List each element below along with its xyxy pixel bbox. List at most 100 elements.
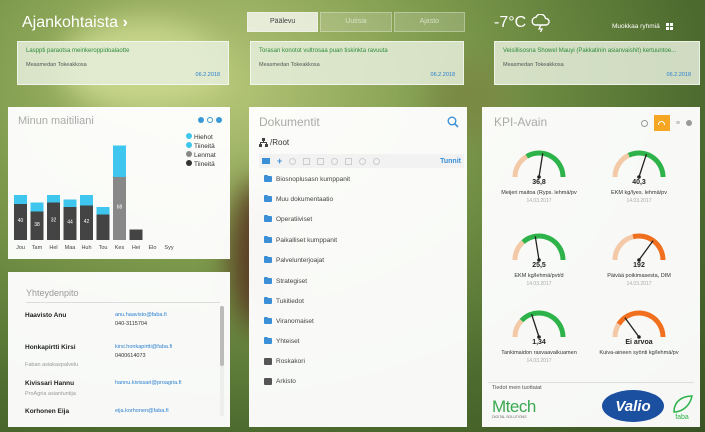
plus-icon[interactable]: + <box>277 156 282 166</box>
kpi-gauge[interactable]: 1,34 Tankimaidon rasvaavaikuamen 14.03.201… <box>494 302 584 372</box>
kpi-gauge[interactable]: Ei arvoa Kuiva-aineen syönti kg/lehmä/pv <box>594 302 684 372</box>
folder-item[interactable]: Yhteiset <box>264 335 300 347</box>
kpi-gauge[interactable]: 25,5 EKM kg/lehmä/pvt/d 14.03.2017 <box>494 225 584 295</box>
legend-item: Tiineitä <box>186 142 216 151</box>
tab-calendar[interactable]: Ajasto <box>393 12 465 32</box>
gauge-dial <box>512 233 566 262</box>
valio-logo: Valio <box>602 390 664 422</box>
folder-label: Palvelunterjoajat <box>276 256 325 264</box>
folder-open-icon[interactable] <box>262 158 270 164</box>
archive-item[interactable]: Arkisto <box>264 375 296 387</box>
folder-item[interactable]: Strategiset <box>264 275 307 287</box>
trash-item[interactable]: Roskakori <box>264 355 305 367</box>
contact-row[interactable]: Haavisto Anu anu.haavisto@faba.fi 040-31… <box>25 312 221 327</box>
news-card[interactable]: Torasan konotot vultrosaa puan tiskinkta… <box>250 41 464 85</box>
folder-item[interactable]: Operatiiviset <box>264 213 312 225</box>
bar-hiehot[interactable] <box>80 195 93 206</box>
x-tick-label: Hei <box>132 245 140 251</box>
contact-phone: 0400614073 <box>115 353 146 359</box>
bar-hiehot[interactable] <box>30 202 44 212</box>
search-icon[interactable] <box>447 116 459 128</box>
x-tick-label: Huh <box>81 245 91 251</box>
contact-email[interactable]: hannu.kivissari@proagria.fi <box>115 380 181 386</box>
gauge-dial <box>612 310 666 339</box>
tab-main[interactable]: Päälevu <box>247 12 319 32</box>
tab-bar: Päälevu Uutisia Ajasto <box>247 12 467 32</box>
chevron-right-icon: › <box>122 14 128 31</box>
toolbar-icon[interactable] <box>359 157 367 165</box>
pager-dot[interactable] <box>216 117 222 123</box>
folder-item[interactable]: Viranomaiset <box>264 315 314 327</box>
contact-row[interactable]: Honkapirtti Kirsi Faban asiakaspalvelu k… <box>25 344 221 368</box>
bar-data-label: 40 <box>18 218 24 224</box>
folder-icon <box>264 194 272 202</box>
mtech-logo-text: Mtech <box>492 397 536 416</box>
toolbar-icon[interactable] <box>289 157 297 165</box>
folder-label: Muu dokumentaatio <box>276 195 334 203</box>
kpi-gauge[interactable]: 40,3 EKM kg/lyes. lehmä/pv 14.03.2017 <box>594 142 684 212</box>
folder-label: Viranomaiset <box>276 317 314 325</box>
pager-dot[interactable] <box>207 117 213 123</box>
bar-lenmat[interactable] <box>96 214 110 241</box>
tunnit-link[interactable]: Tunnit <box>440 158 461 165</box>
toolbar-icon[interactable] <box>373 157 381 165</box>
settings-icon[interactable] <box>686 120 692 126</box>
legend-item: Tiineitä <box>186 160 216 169</box>
kpi-panel: KPI-Avain ≡ 36,8 Meijeri maitoa (Ryps. le… <box>482 107 700 427</box>
folder-item[interactable]: Biosnoplusasn kumppanit <box>264 173 350 185</box>
grid-icon <box>665 23 673 30</box>
kpi-gauge[interactable]: 36,8 Meijeri maitoa (Ryps. lehmä/pv 14.03.… <box>494 142 584 212</box>
toolbar-icon[interactable] <box>317 157 325 165</box>
gauge-value: 25,5 <box>532 262 546 269</box>
gauge-view-button[interactable] <box>653 115 670 131</box>
bar-hiehot[interactable] <box>14 195 27 204</box>
toolbar-icon[interactable] <box>331 157 339 165</box>
cloud-lightning-icon <box>531 14 550 32</box>
gauge-value: 40,3 <box>632 179 646 186</box>
folder-item[interactable]: Paikalliset kumppanit <box>264 234 337 246</box>
scrollbar[interactable] <box>220 306 224 416</box>
contact-row[interactable]: Korhonen Eija eija.korhonen@faba.fi <box>25 408 221 415</box>
bar-lenmat[interactable] <box>129 229 143 241</box>
contact-email[interactable]: anu.haavisto@faba.fi <box>115 312 167 318</box>
legend-label: Hiehot <box>194 134 213 141</box>
pager-dot[interactable] <box>198 117 204 123</box>
tab-news[interactable]: Uutisia <box>320 12 392 32</box>
x-tick-label: Maa <box>65 245 77 251</box>
gauge-value: 192 <box>633 262 645 269</box>
news-card[interactable]: Veisillisosna Showel Mauyi (Pakkatinin a… <box>494 41 700 85</box>
news-card[interactable]: Lasppti paraotsa meinkeroppidoalaotte Me… <box>17 41 229 85</box>
breadcrumb[interactable]: /Root <box>259 138 289 147</box>
folder-item[interactable]: Muu dokumentaatio <box>264 193 333 205</box>
edit-groups-button[interactable]: Muokkaa ryhmiä <box>612 23 673 30</box>
gauge-label: Tankimaidon rasvaavaikuamen <box>501 350 577 356</box>
gauge-value: Ei arvoa <box>625 339 653 346</box>
news-header[interactable]: Ajankohtaista › <box>22 14 128 32</box>
bar-hiehot[interactable] <box>63 199 77 208</box>
gauge-value: 36,8 <box>532 179 546 186</box>
weather-widget: -7°C <box>494 14 552 32</box>
toolbar-icon[interactable] <box>303 157 311 165</box>
bar-hiehot[interactable] <box>96 207 110 215</box>
gauge-icon <box>658 121 666 125</box>
bar-hiehot[interactable] <box>113 145 126 178</box>
toolbar-icon[interactable] <box>345 157 353 165</box>
x-tick-label: Hel <box>49 245 57 251</box>
contact-row[interactable]: Kivissari Hannu ProAgria asiantuntija ha… <box>25 380 221 397</box>
kpi-gauge[interactable]: 192 Päivää poikimasesta, DIM 14.03.2017 <box>594 225 684 295</box>
scrollbar-thumb[interactable] <box>220 306 224 366</box>
folder-icon <box>264 316 272 324</box>
contact-email[interactable]: eija.korhonen@faba.fi <box>115 408 169 414</box>
folder-item[interactable]: Tukitiedot <box>264 295 304 307</box>
folder-label: Yhteiset <box>276 337 300 345</box>
bar-data-label: 32 <box>51 217 57 223</box>
list-icon[interactable]: ≡ <box>676 120 680 127</box>
folder-item[interactable]: Palvelunterjoajat <box>264 254 324 266</box>
contact-email[interactable]: kirsi.honkapirtti@faba.fi <box>115 344 172 350</box>
divider <box>488 382 694 383</box>
folder-icon <box>264 235 272 243</box>
bar-hiehot[interactable] <box>47 195 60 203</box>
dashboard-icon[interactable] <box>640 119 648 127</box>
folder-label: Tukitiedot <box>276 297 304 305</box>
gauge-label: Päivää poikimasesta, DIM <box>607 273 671 279</box>
